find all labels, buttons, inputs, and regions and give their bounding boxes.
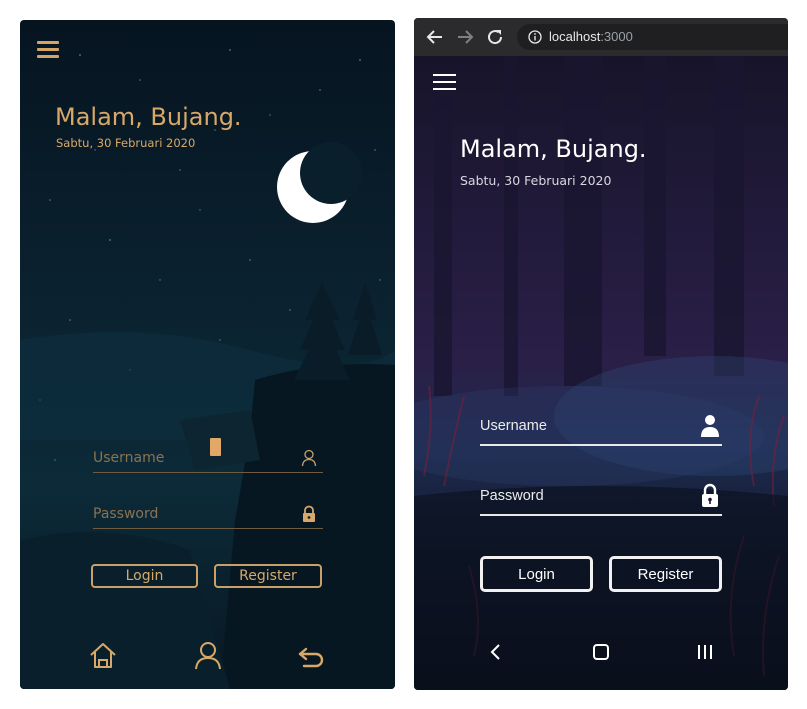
password-field (480, 482, 722, 516)
menu-icon[interactable] (37, 41, 59, 59)
username-field (93, 446, 323, 473)
user-icon (301, 449, 317, 467)
logout-icon[interactable] (296, 640, 326, 670)
profile-icon[interactable] (193, 640, 223, 670)
lock-icon (702, 483, 718, 507)
home-icon[interactable] (88, 640, 118, 670)
address-bar[interactable]: localhost:3000 (517, 24, 788, 50)
site-info-icon[interactable] (528, 30, 542, 44)
password-field (93, 502, 323, 529)
url-text: localhost:3000 (549, 29, 633, 44)
browser-forward-icon[interactable] (456, 28, 474, 46)
url-port: :3000 (600, 29, 633, 44)
browser-reload-icon[interactable] (486, 28, 504, 46)
login-button[interactable]: Login (480, 556, 593, 592)
greeting-title: Malam, Bujang. (460, 135, 647, 163)
browser-back-icon[interactable] (426, 28, 444, 46)
menu-icon[interactable] (433, 74, 456, 90)
back-icon[interactable] (486, 642, 506, 662)
username-input[interactable] (93, 446, 283, 470)
register-button[interactable]: Register (214, 564, 322, 588)
login-button[interactable]: Login (91, 564, 198, 588)
username-field (480, 412, 722, 446)
browser-toolbar: localhost:3000 (414, 18, 788, 56)
password-input[interactable] (93, 502, 283, 526)
user-icon (701, 415, 719, 437)
username-input[interactable] (480, 412, 680, 440)
greeting-title: Malam, Bujang. (55, 103, 242, 131)
lock-icon (303, 505, 315, 522)
url-host: localhost (549, 29, 601, 44)
left-phone-screen: Malam, Bujang. Sabtu, 30 Februari 2020 L… (20, 20, 395, 689)
recents-icon[interactable] (695, 642, 715, 662)
date-label: Sabtu, 30 Februari 2020 (460, 173, 612, 188)
password-input[interactable] (480, 482, 680, 510)
date-label: Sabtu, 30 Februari 2020 (56, 136, 196, 150)
register-button[interactable]: Register (609, 556, 722, 592)
right-phone-screen: localhost:3000 Malam, Bujang. Sabtu, 30 … (414, 18, 788, 690)
home-icon[interactable] (591, 642, 611, 662)
